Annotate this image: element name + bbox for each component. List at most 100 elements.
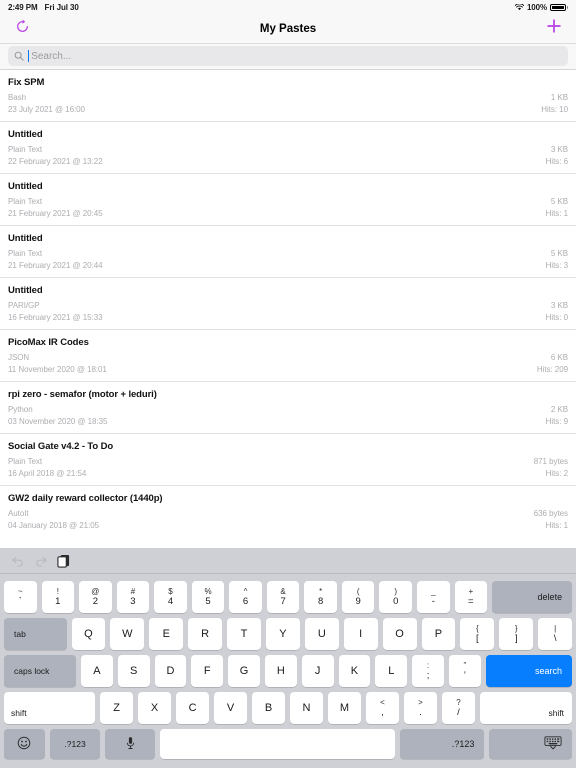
list-item[interactable]: Untitled Plain Text 21 February 2021 @ 20:… <box>0 226 576 278</box>
key-symbol-1[interactable]: >. <box>403 692 437 724</box>
paste-size: 5 KB <box>550 197 568 206</box>
keyboard-toolbar <box>0 548 576 574</box>
key-num-7[interactable]: & 7 <box>266 581 300 613</box>
list-item[interactable]: Untitled PARI/GP 16 February 2021 @ 15:33 3… <box>0 278 576 330</box>
key-f[interactable]: F <box>191 655 224 687</box>
key-b[interactable]: B <box>252 692 286 724</box>
key-tab[interactable]: tab <box>4 618 67 650</box>
key-r[interactable]: R <box>188 618 223 650</box>
search-input[interactable]: Search... <box>8 46 568 66</box>
add-paste-button[interactable] <box>532 14 576 44</box>
key-dismiss-keyboard[interactable] <box>489 729 573 759</box>
key-sub: 9 <box>355 596 361 607</box>
refresh-button[interactable] <box>0 14 44 44</box>
key-z[interactable]: Z <box>100 692 134 724</box>
key-sub: ; <box>426 670 430 681</box>
paste-language: AutoIt <box>8 509 29 518</box>
key-num-8[interactable]: * 8 <box>304 581 337 613</box>
key-sup: } <box>514 624 518 633</box>
paste-language: Python <box>8 405 33 414</box>
list-item[interactable]: Social Gate v4.2 - To Do Plain Text 16 Apr… <box>0 434 576 486</box>
key-sub: . <box>419 707 422 718</box>
paste-size: 636 bytes <box>533 509 568 518</box>
redo-arrow-icon[interactable] <box>34 555 48 567</box>
key-num-1[interactable]: ! 1 <box>41 581 75 613</box>
key-y[interactable]: Y <box>265 618 300 650</box>
key-num-0[interactable]: ) 0 <box>379 581 413 613</box>
keyboard-rows: ~ `! 1 @2 #3 $4% 5 ^ 6 & 7 * 8(9) 0 _ - + = delete tab QWE… <box>0 574 576 766</box>
key-delete[interactable]: delete <box>492 581 573 613</box>
key-sub: / <box>457 707 460 718</box>
key-punct-1[interactable]: ”’ <box>448 655 481 687</box>
key-g[interactable]: G <box>228 655 260 687</box>
paste-date: 16 February 2021 @ 15:33 <box>8 313 103 322</box>
key-sup: ( <box>356 587 360 596</box>
key-a[interactable]: A <box>81 655 113 687</box>
app-root: 2:49 PM Fri Jul 30 100% My Pastes Search… <box>0 0 576 768</box>
key-p[interactable]: P <box>421 618 456 650</box>
key-u[interactable]: U <box>304 618 339 650</box>
key-punct-0[interactable]: :; <box>412 655 444 687</box>
key-sup: _ <box>431 587 436 596</box>
list-item[interactable]: GW2 daily reward collector (1440p) AutoIt… <box>0 486 576 537</box>
key-shift-right[interactable]: shift <box>479 692 573 724</box>
key-sup: ? <box>456 698 461 707</box>
key-num-9[interactable]: (9 <box>341 581 375 613</box>
key-num-2[interactable]: @2 <box>79 581 112 613</box>
key-k[interactable]: K <box>338 655 371 687</box>
key-s[interactable]: S <box>117 655 150 687</box>
list-item[interactable]: Untitled Plain Text 22 February 2021 @ 13:… <box>0 122 576 174</box>
key-num--[interactable]: _ - <box>417 581 450 613</box>
key-numeric-right[interactable]: .?123 <box>399 729 485 759</box>
key-dictation[interactable] <box>105 729 156 759</box>
key-l[interactable]: L <box>375 655 408 687</box>
key-search[interactable]: search <box>485 655 573 687</box>
undo-arrow-icon[interactable] <box>11 555 25 567</box>
key-sup: ~ <box>17 587 23 596</box>
paste-clipboard-icon[interactable] <box>57 554 70 568</box>
key-sup: # <box>130 587 136 596</box>
list-item[interactable]: Fix SPM Bash 23 July 2021 @ 16:00 1 KB Hits:… <box>0 70 576 122</box>
key-symbol-0[interactable]: <, <box>365 692 399 724</box>
paste-language: JSON <box>8 353 30 362</box>
key-bracket-2[interactable]: | \ <box>538 618 573 650</box>
key-bracket-1[interactable]: }] <box>499 618 534 650</box>
key-numeric-left[interactable]: .?123 <box>49 729 101 759</box>
refresh-icon <box>15 19 30 39</box>
key-num-5[interactable]: % 5 <box>191 581 225 613</box>
key-q[interactable]: Q <box>71 618 106 650</box>
key-sub: , <box>381 707 384 718</box>
key-d[interactable]: D <box>154 655 187 687</box>
key-num-3[interactable]: #3 <box>116 581 150 613</box>
key-num-4[interactable]: $4 <box>154 581 187 613</box>
key-x[interactable]: X <box>138 692 172 724</box>
key-sup: | <box>554 624 557 633</box>
key-v[interactable]: V <box>214 692 248 724</box>
list-item[interactable]: PicoMax IR Codes JSON 11 November 2020 @ 1… <box>0 330 576 382</box>
key-sub: ’ <box>463 670 466 681</box>
key-emoji[interactable] <box>4 729 45 759</box>
list-item[interactable]: rpi zero - semafor (motor + leduri) Pytho… <box>0 382 576 434</box>
key-num-6[interactable]: ^ 6 <box>229 581 262 613</box>
key-shift-left[interactable]: shift <box>4 692 96 724</box>
key-c[interactable]: C <box>176 692 210 724</box>
paste-size: 2 KB <box>550 405 568 414</box>
key-t[interactable]: T <box>227 618 261 650</box>
key-symbol-2[interactable]: ? / <box>441 692 475 724</box>
key-num-`[interactable]: ~ ` <box>4 581 37 613</box>
key-num-=[interactable]: + = <box>454 581 488 613</box>
key-h[interactable]: H <box>264 655 297 687</box>
key-i[interactable]: I <box>343 618 378 650</box>
key-n[interactable]: N <box>290 692 323 724</box>
key-sup: : <box>426 661 430 670</box>
key-o[interactable]: O <box>382 618 417 650</box>
list-item[interactable]: Untitled Plain Text 21 February 2021 @ 20:… <box>0 174 576 226</box>
key-m[interactable]: M <box>328 692 361 724</box>
key-j[interactable]: J <box>301 655 334 687</box>
key-space[interactable] <box>160 729 395 759</box>
key-w[interactable]: W <box>110 618 145 650</box>
key-caps-lock[interactable]: caps lock <box>4 655 76 687</box>
paste-hits: Hits: 3 <box>545 261 568 270</box>
key-bracket-0[interactable]: {[ <box>460 618 495 650</box>
key-e[interactable]: E <box>149 618 184 650</box>
